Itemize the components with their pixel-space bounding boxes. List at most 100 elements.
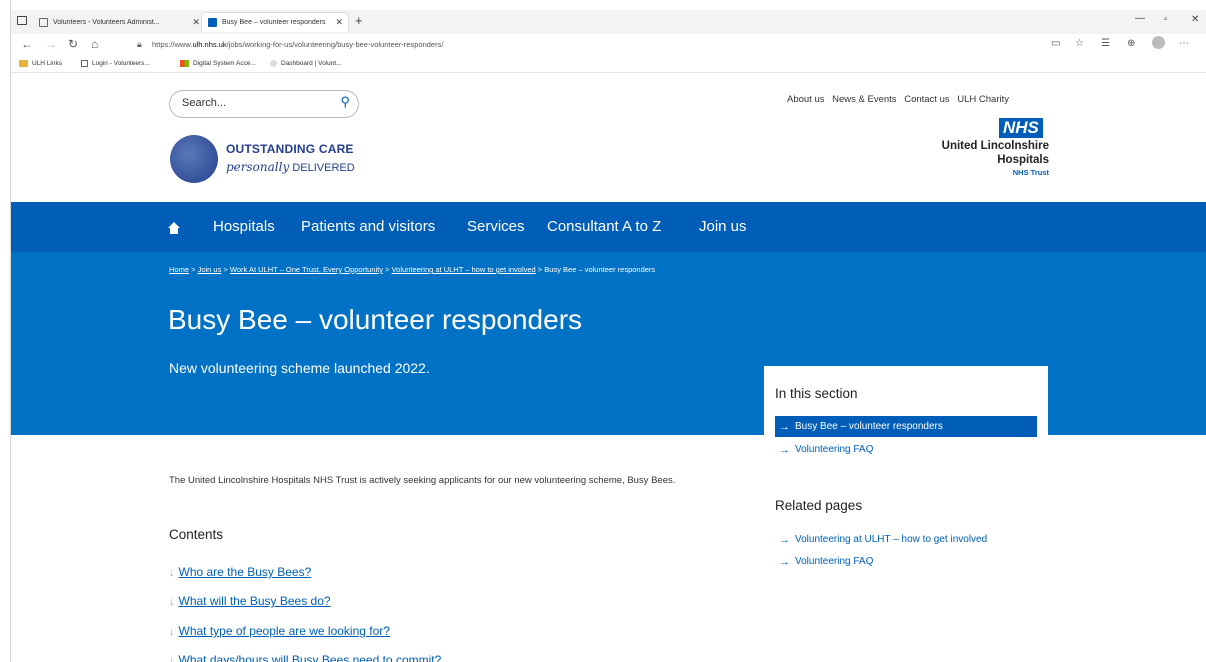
back-icon[interactable]: ← [21, 37, 33, 51]
url-prefix: https://www. [152, 40, 193, 49]
url-field[interactable]: https://www.ulh.nhs.uk/jobs/working-for-… [152, 40, 443, 49]
related-link-volunteering-ulht[interactable]: → Volunteering at ULHT – how to get invo… [775, 529, 1037, 550]
related-link-label: Volunteering FAQ [795, 556, 874, 567]
minimize-icon[interactable]: — [1135, 13, 1145, 24]
tab-title: Volunteers - Volunteers Administ... [53, 18, 160, 26]
url-domain: ulh.nhs.uk [192, 40, 227, 49]
arrow-down-icon: ↓ [169, 596, 175, 608]
sidebar-link-label: Busy Bee – volunteer responders [795, 421, 943, 432]
outstanding-care-logo[interactable] [170, 135, 218, 183]
in-this-section-heading: In this section [775, 386, 858, 401]
toc-label: What days/hours will Busy Bees need to c… [178, 653, 442, 662]
toc-label: What type of people are we looking for? [178, 624, 390, 638]
refresh-icon[interactable]: ↻ [68, 37, 78, 51]
tab-strip: Volunteers - Volunteers Administ... ✕ Bu… [11, 10, 1206, 34]
close-icon[interactable]: ✕ [192, 17, 200, 28]
related-link-label: Volunteering at ULHT – how to get involv… [795, 534, 988, 545]
intro-paragraph: The United Lincolnshire Hospitals NHS Tr… [169, 475, 676, 486]
forward-icon[interactable]: → [45, 37, 57, 51]
arrow-right-icon: → [779, 420, 790, 433]
ulh-charity-link[interactable]: ULH Charity [957, 94, 1009, 105]
related-pages-heading: Related pages [775, 498, 863, 513]
site-search[interactable]: ⚲ [169, 90, 359, 118]
breadcrumb: Home > Join us > Work At ULHT – One Trus… [169, 265, 656, 274]
nav-join-us[interactable]: Join us [699, 218, 747, 235]
toc-link-what-will-busy-bees-do[interactable]: ↓ What will the Busy Bees do? [169, 594, 331, 608]
reader-view-icon[interactable]: ▭ [1051, 38, 1060, 49]
sidebar-link-volunteering-faq[interactable]: → Volunteering FAQ [775, 439, 1037, 460]
logo-tagline-line2: personally DELIVERED [226, 160, 355, 174]
home-icon[interactable] [168, 222, 180, 234]
web-page: ⚲ About us News & Events Contact us ULH … [11, 74, 1206, 662]
nav-hospitals[interactable]: Hospitals [213, 218, 275, 235]
tab-title: Busy Bee – volunteer responders [222, 19, 326, 26]
about-us-link[interactable]: About us [787, 94, 825, 105]
more-icon[interactable]: ⋯ [1179, 38, 1189, 49]
arrow-right-icon: → [779, 443, 790, 456]
bookmark-login-volunteers[interactable]: Login - Volunteers... [81, 60, 150, 67]
sidebar: In this section → Busy Bee – volunteer r… [764, 366, 1048, 644]
logo-italic-word: personally [226, 160, 290, 174]
logo-tagline-line1: OUTSTANDING CARE [226, 142, 354, 156]
page-lead: New volunteering scheme launched 2022. [169, 360, 430, 376]
main-navigation: Hospitals Patients and visitors Services… [11, 202, 1206, 252]
breadcrumb-work-at-ulht[interactable]: Work At ULHT – One Trust, Every Opportun… [230, 265, 383, 274]
lock-icon[interactable]: 🔒︎ [137, 39, 142, 50]
ulh-favicon-icon [208, 18, 217, 27]
utility-links: About us News & Events Contact us ULH Ch… [787, 94, 1014, 105]
nav-patients-visitors[interactable]: Patients and visitors [301, 218, 435, 235]
search-icon[interactable]: ⚲ [340, 94, 350, 110]
folder-icon [19, 60, 28, 67]
search-input[interactable] [182, 97, 322, 109]
breadcrumb-current: Busy Bee – volunteer responders [544, 265, 656, 274]
bookmark-label: Dashboard | Volunt... [281, 60, 342, 67]
bookmark-label: ULH Links [32, 60, 62, 67]
restore-icon[interactable]: ▫ [1164, 14, 1168, 25]
arrow-down-icon: ↓ [169, 655, 175, 662]
page-icon [39, 17, 48, 27]
breadcrumb-join-us[interactable]: Join us [198, 265, 222, 274]
collections-icon[interactable]: ⊕ [1127, 38, 1135, 49]
org-name-line1: United Lincolnshire [941, 140, 1049, 152]
sidebar-link-busy-bee[interactable]: → Busy Bee – volunteer responders [775, 416, 1037, 437]
org-name-line2: Hospitals [997, 154, 1049, 166]
nhs-logo[interactable]: NHS [999, 118, 1043, 138]
tab-busy-bee[interactable]: Busy Bee – volunteer responders ✕ [201, 12, 349, 32]
bookmark-dashboard[interactable]: Dashboard | Volunt... [270, 60, 342, 67]
toc-label: What will the Busy Bees do? [178, 594, 331, 608]
toc-link-days-hours[interactable]: ↓ What days/hours will Busy Bees need to … [169, 653, 441, 662]
org-name-line3: NHS Trust [1012, 168, 1049, 177]
breadcrumb-home[interactable]: Home [169, 265, 189, 274]
nav-consultant-a-z[interactable]: Consultant A to Z [547, 218, 661, 235]
new-tab-icon[interactable]: + [355, 13, 363, 28]
bookmark-label: Login - Volunteers... [92, 60, 150, 67]
tab-volunteers[interactable]: Volunteers - Volunteers Administ... ✕ [33, 12, 205, 32]
toc-link-type-of-people[interactable]: ↓ What type of people are we looking for? [169, 624, 390, 638]
page-icon [81, 60, 88, 67]
bookmarks-bar: ULH Links Login - Volunteers... Digital … [11, 56, 1206, 73]
toc-link-who-are-busy-bees[interactable]: ↓ Who are the Busy Bees? [169, 565, 311, 579]
breadcrumb-volunteering[interactable]: Volunteering at ULHT – how to get involv… [392, 265, 536, 274]
nav-services[interactable]: Services [467, 218, 525, 235]
sidebar-link-label: Volunteering FAQ [795, 444, 874, 455]
bookmark-digital-system[interactable]: Digital System Acce... [180, 60, 256, 67]
profile-icon[interactable] [1152, 36, 1165, 49]
bookmark-ulh-links[interactable]: ULH Links [19, 60, 62, 67]
contact-us-link[interactable]: Contact us [904, 94, 949, 105]
contents-heading: Contents [169, 527, 224, 542]
favorites-icon[interactable]: ☰ [1101, 38, 1110, 49]
arrow-right-icon: → [779, 555, 790, 568]
news-events-link[interactable]: News & Events [832, 94, 896, 105]
microsoft-icon [180, 60, 189, 67]
close-icon[interactable]: ✕ [335, 17, 343, 28]
close-window-icon[interactable]: ✕ [1191, 14, 1199, 25]
address-bar-row: ← → ↻ ⌂ 🔒︎ https://www.ulh.nhs.uk/jobs/w… [11, 34, 1206, 56]
add-favorite-icon[interactable]: ☆ [1075, 38, 1084, 49]
tab-actions-icon[interactable] [17, 16, 27, 25]
page-title: Busy Bee – volunteer responders [168, 304, 583, 335]
browser-window: Volunteers - Volunteers Administ... ✕ Bu… [10, 0, 1206, 662]
bookmark-label: Digital System Acce... [193, 60, 256, 67]
home-icon[interactable]: ⌂ [91, 37, 98, 51]
related-link-volunteering-faq[interactable]: → Volunteering FAQ [775, 551, 1037, 572]
logo-bold-word: DELIVERED [292, 162, 355, 174]
